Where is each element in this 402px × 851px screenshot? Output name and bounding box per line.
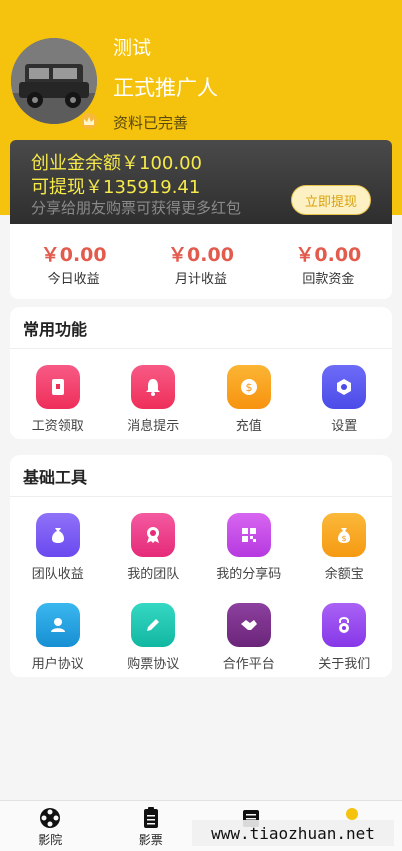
ticket-icon (143, 807, 158, 828)
common-functions-card: 常用功能 工资领取 消息提示 $ 充值 设置 (10, 307, 392, 439)
withdrawable-amount: 可提现￥135919.41 (31, 177, 201, 198)
stat-value: ￥0.00 (295, 244, 362, 266)
tool-partner-platform[interactable]: 合作平台 (201, 587, 297, 677)
section-title: 常用功能 (10, 307, 392, 349)
item-label: 购票协议 (127, 657, 180, 672)
stat-value: ￥0.00 (40, 244, 107, 266)
svg-text:$: $ (245, 381, 252, 394)
coin-icon: $ (226, 365, 271, 409)
menu-item-messages[interactable]: 消息提示 (106, 349, 202, 439)
svg-text:$: $ (342, 534, 347, 543)
tool-share-code[interactable]: 我的分享码 (201, 497, 297, 587)
stat-label: 回款资金 (302, 272, 355, 287)
pencil-icon (131, 603, 176, 647)
money-bag-icon: $ (322, 513, 367, 557)
item-label: 团队收益 (31, 567, 84, 582)
item-label: 余额宝 (324, 567, 364, 582)
tab-label: 影院 (38, 833, 63, 847)
tool-yuebao[interactable]: $ 余额宝 (297, 497, 393, 587)
tool-about-us[interactable]: 关于我们 (297, 587, 393, 677)
wallet-icon (35, 365, 80, 409)
basic-tools-card: 基础工具 团队收益 我的团队 我的分享码 $ 余额宝 用户协议 购票协议 合作平… (10, 455, 392, 677)
balance-card: 创业金余额￥100.00 可提现￥135919.41 分享给朋友购票可获得更多红… (10, 140, 392, 224)
withdraw-button[interactable]: 立即提现 (291, 185, 371, 215)
item-label: 工资领取 (31, 419, 84, 434)
item-label: 设置 (331, 419, 358, 434)
tab-cinema[interactable]: 影院 (0, 801, 101, 851)
tab-label: 影票 (138, 833, 163, 847)
tab-tickets[interactable]: 影票 (101, 801, 202, 851)
stat-returned[interactable]: ￥0.00 回款资金 (265, 224, 392, 299)
share-hint: 分享给朋友购票可获得更多红包 (31, 199, 242, 217)
item-label: 用户协议 (31, 657, 84, 672)
tool-ticket-agreement[interactable]: 购票协议 (106, 587, 202, 677)
item-label: 关于我们 (318, 657, 371, 672)
page: 测试 正式推广人 资料已完善 创业金余额￥100.00 可提现￥135919.4… (0, 0, 402, 851)
film-reel-icon (40, 808, 61, 828)
user-icon (35, 603, 80, 647)
startup-balance: 创业金余额￥100.00 (31, 153, 202, 174)
stat-month[interactable]: ￥0.00 月计收益 (137, 224, 264, 299)
menu-item-settings[interactable]: 设置 (297, 349, 393, 439)
stat-label: 今日收益 (47, 272, 100, 287)
crown-icon (79, 111, 99, 131)
gear-icon (322, 365, 367, 409)
user-name: 测试 (113, 37, 152, 59)
profile-status: 资料已完善 (113, 114, 189, 132)
item-label: 消息提示 (127, 419, 180, 434)
stat-value: ￥0.00 (168, 244, 234, 266)
menu-item-recharge[interactable]: $ 充值 (201, 349, 297, 439)
user-role: 正式推广人 (113, 76, 218, 100)
lock-icon (322, 603, 367, 647)
badge-icon (131, 513, 176, 557)
item-label: 充值 (235, 419, 262, 434)
bell-icon (131, 365, 176, 409)
stat-label: 月计收益 (174, 272, 227, 287)
item-label: 我的分享码 (216, 567, 282, 582)
item-label: 我的团队 (127, 567, 180, 582)
section-title: 基础工具 (10, 455, 392, 497)
item-label: 合作平台 (222, 657, 275, 672)
watermark: www.tiaozhuan.net (192, 820, 394, 846)
tool-user-agreement[interactable]: 用户协议 (10, 587, 106, 677)
tool-my-team[interactable]: 我的团队 (106, 497, 202, 587)
qrcode-icon (226, 513, 271, 557)
money-bag-icon (35, 513, 80, 557)
stat-today[interactable]: ￥0.00 今日收益 (10, 224, 137, 299)
handshake-icon (226, 603, 271, 647)
menu-item-salary[interactable]: 工资领取 (10, 349, 106, 439)
earnings-stats: ￥0.00 今日收益 ￥0.00 月计收益 ￥0.00 回款资金 (10, 224, 392, 299)
tool-team-earnings[interactable]: 团队收益 (10, 497, 106, 587)
